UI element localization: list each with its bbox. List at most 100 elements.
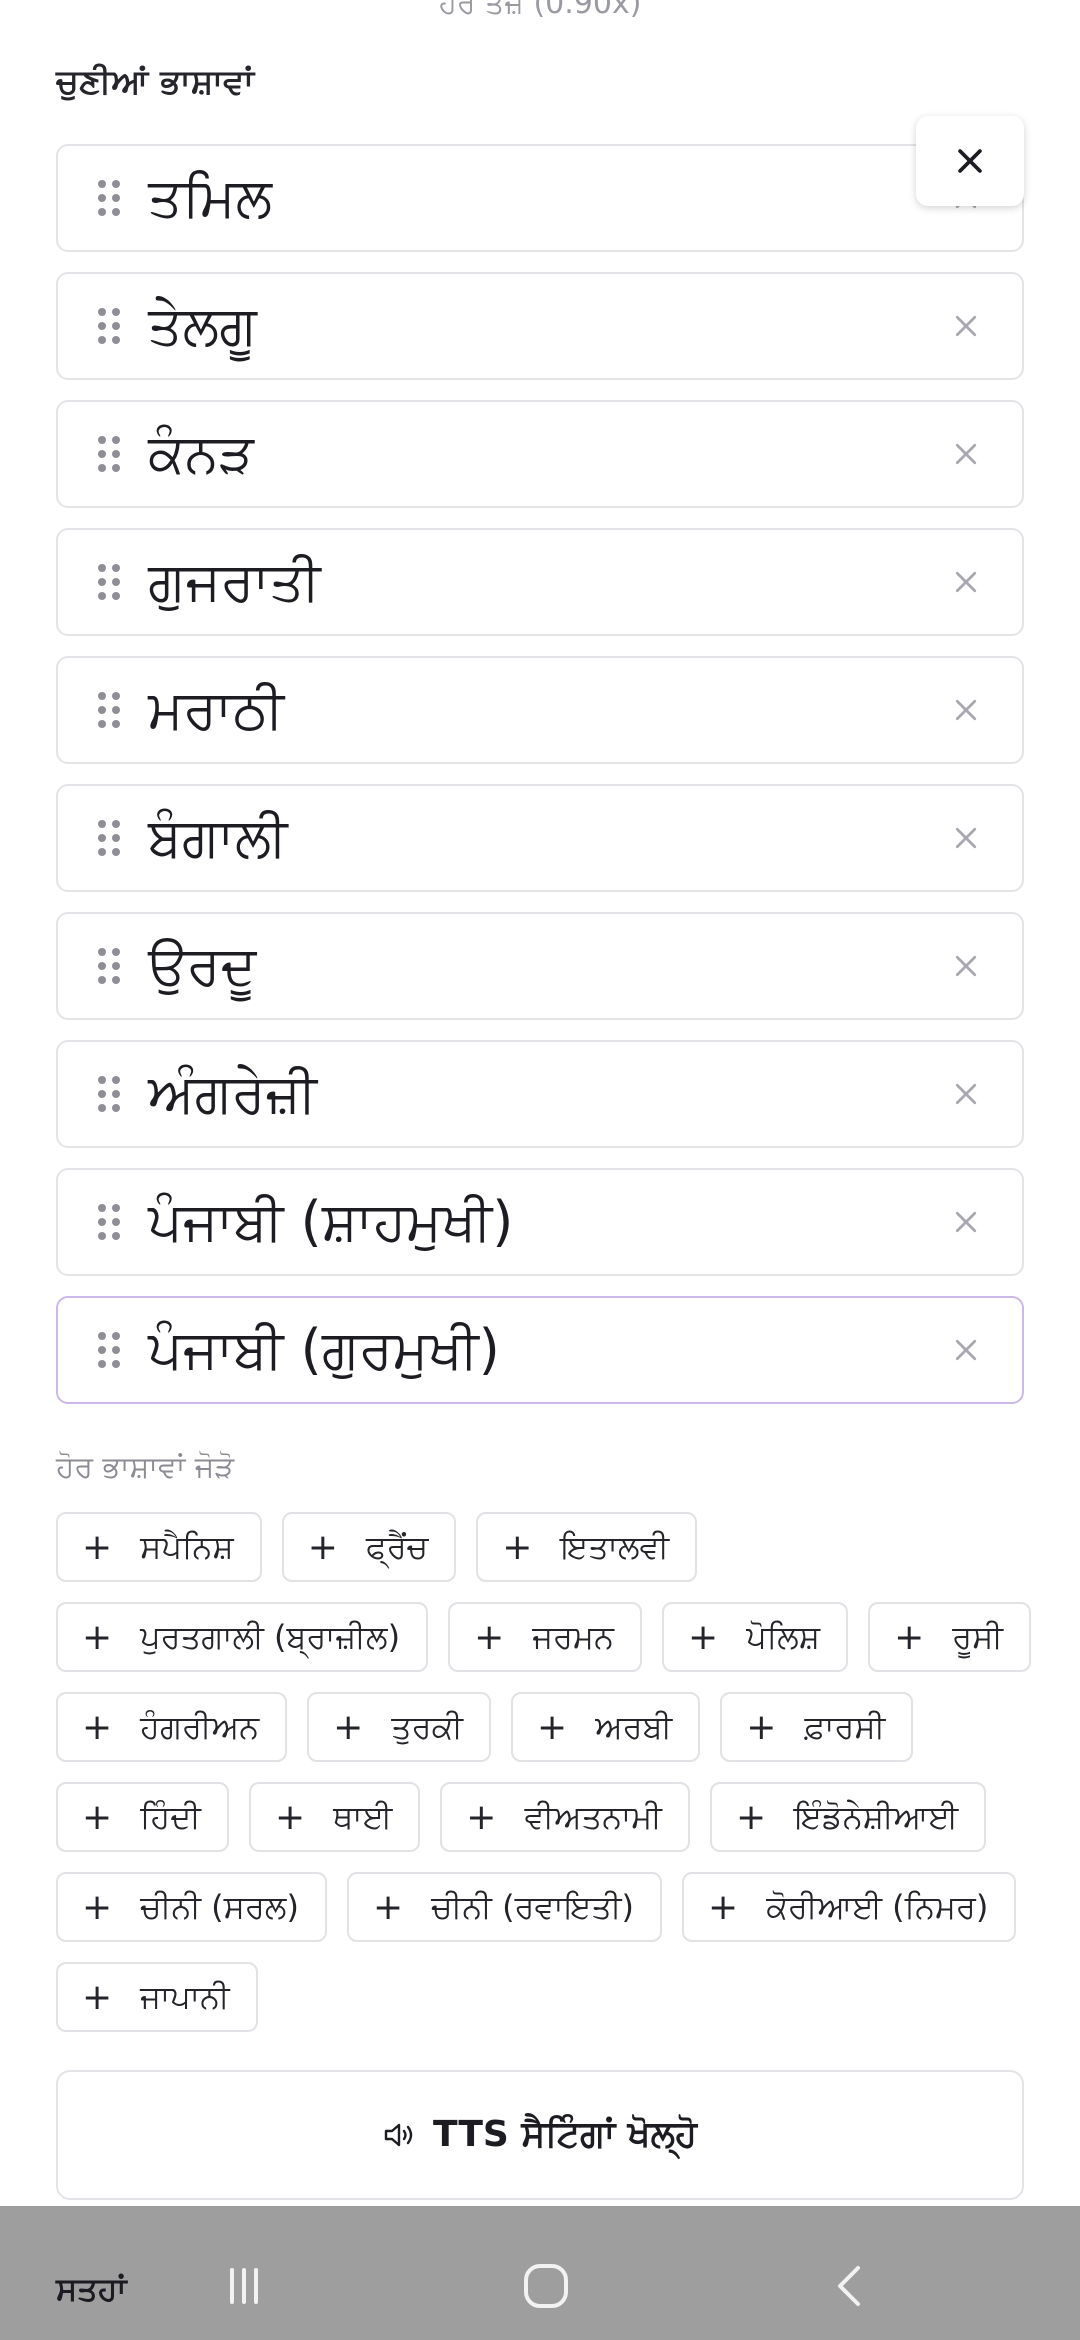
add-language-chip[interactable]: + ਵੀਅਤਨਾਮੀ xyxy=(440,1782,690,1852)
remove-language-button[interactable] xyxy=(946,1330,986,1370)
open-tts-settings-button[interactable]: TTS ਸੈਟਿੰਗਾਂ ਖੋਲ੍ਹੋ xyxy=(56,2070,1024,2200)
add-language-chip[interactable]: + ਹੰਗਰੀਅਨ xyxy=(56,1692,288,1762)
selected-language-row[interactable]: ਪੰਜਾਬੀ (ਗੁਰਮੁਖੀ) xyxy=(56,1296,1024,1404)
selected-language-label: ਪੰਜਾਬੀ (ਸ਼ਾਹਮੁਖੀ) xyxy=(148,1190,514,1253)
remove-language-button[interactable] xyxy=(946,690,986,730)
remove-language-button[interactable] xyxy=(946,946,986,986)
plus-icon: + xyxy=(307,1526,338,1568)
selected-language-label: ਅੰਗਰੇਜ਼ੀ xyxy=(148,1062,317,1125)
back-icon xyxy=(838,2266,860,2306)
drag-handle-icon[interactable] xyxy=(98,180,120,216)
selected-languages-title: ਚੁਣੀਆਂ ਭਾਸ਼ਾਵਾਂ xyxy=(56,62,255,102)
selected-languages-list: ਤਮਿਲ ਤੇਲਗੂ ਕੰਨੜ ਗੁਜਰਾਤੀ ਮਰਾਠੀ ਬੰਗਾਲੀ ਉਰਦੂ ਅੰਗਰੇ… xyxy=(56,144,1024,1424)
add-language-chip[interactable]: + ਥਾਈ xyxy=(248,1782,421,1852)
add-language-label: ਵੀਅਤਨਾਮੀ xyxy=(524,1797,662,1836)
selected-language-row[interactable]: ਕੰਨੜ xyxy=(56,400,1024,508)
partial-top-text: ਹੋਰ ਤੇਜ਼ (0.90x) xyxy=(438,0,642,21)
close-icon xyxy=(955,443,977,465)
add-language-chip[interactable]: + ਫ਼ਾਰਸੀ xyxy=(720,1692,914,1762)
selected-language-row[interactable]: ਬੰਗਾਲੀ xyxy=(56,784,1024,892)
drag-handle-icon[interactable] xyxy=(98,1332,120,1368)
add-language-chip[interactable]: + ਚੀਨੀ (ਰਵਾਇਤੀ) xyxy=(346,1872,663,1942)
add-language-label: ਥਾਈ xyxy=(333,1797,393,1836)
drag-handle-icon[interactable] xyxy=(98,1204,120,1240)
add-languages-title: ਹੋਰ ਭਾਸ਼ਾਵਾਂ ਜੋੜੋ xyxy=(56,1450,235,1485)
speaker-icon xyxy=(384,2123,413,2147)
close-button[interactable] xyxy=(916,116,1024,206)
levels-label[interactable]: ਸਤਹਾਂ xyxy=(56,2270,127,2309)
selected-language-label: ਬੰਗਾਲੀ xyxy=(148,806,288,869)
add-language-chip[interactable]: + ਅਰਬੀ xyxy=(511,1692,701,1762)
add-language-label: ਫ਼ਾਰਸੀ xyxy=(804,1707,886,1746)
add-language-label: ਫ੍ਰੈਂਚ xyxy=(365,1527,429,1566)
selected-language-row[interactable]: ਪੰਜਾਬੀ (ਸ਼ਾਹਮੁਖੀ) xyxy=(56,1168,1024,1276)
add-language-chip[interactable]: + ਇਤਾਲਵੀ xyxy=(476,1512,698,1582)
close-icon xyxy=(955,1211,977,1233)
add-language-chip[interactable]: + ਜਾਪਾਨੀ xyxy=(56,1962,258,2032)
add-language-label: ਜਾਪਾਨੀ xyxy=(140,1977,230,2016)
drag-handle-icon[interactable] xyxy=(98,1076,120,1112)
add-language-label: ਤੁਰਕੀ xyxy=(391,1707,464,1746)
selected-language-label: ਗੁਜਰਾਤੀ xyxy=(148,550,321,613)
selected-language-row[interactable]: ਮਰਾਠੀ xyxy=(56,656,1024,764)
add-language-label: ਪੋਲਿਸ਼ xyxy=(746,1617,821,1656)
selected-language-row[interactable]: ਗੁਜਰਾਤੀ xyxy=(56,528,1024,636)
add-language-chip[interactable]: + ਪੁਰਤਗਾਲੀ (ਬ੍ਰਾਜ਼ੀਲ) xyxy=(56,1602,429,1672)
remove-language-button[interactable] xyxy=(946,1074,986,1114)
selected-language-row[interactable]: ਤੇਲਗੂ xyxy=(56,272,1024,380)
add-language-label: ਅਰਬੀ xyxy=(595,1707,673,1746)
add-language-label: ਇਤਾਲਵੀ xyxy=(560,1527,670,1566)
plus-icon: + xyxy=(333,1706,364,1748)
add-language-chip[interactable]: + ਫ੍ਰੈਂਚ xyxy=(281,1512,457,1582)
drag-handle-icon[interactable] xyxy=(98,436,120,472)
close-icon xyxy=(955,827,977,849)
remove-language-button[interactable] xyxy=(946,562,986,602)
back-button[interactable] xyxy=(810,2246,890,2326)
drag-handle-icon[interactable] xyxy=(98,692,120,728)
add-language-chip[interactable]: + ਇੰਡੋਨੇਸ਼ੀਆਈ xyxy=(709,1782,987,1852)
plus-icon: + xyxy=(82,1976,113,2018)
add-language-chip[interactable]: + ਚੀਨੀ (ਸਰਲ) xyxy=(56,1872,327,1942)
drag-handle-icon[interactable] xyxy=(98,308,120,344)
close-icon xyxy=(955,571,977,593)
plus-icon: + xyxy=(502,1526,533,1568)
remove-language-button[interactable] xyxy=(946,1202,986,1242)
plus-icon: + xyxy=(894,1616,925,1658)
add-language-label: ਕੋਰੀਆਈ (ਨਿਮਰ) xyxy=(766,1887,989,1926)
home-button[interactable] xyxy=(506,2246,586,2326)
close-icon xyxy=(955,955,977,977)
remove-language-button[interactable] xyxy=(946,818,986,858)
drag-handle-icon[interactable] xyxy=(98,564,120,600)
add-language-chip[interactable]: + ਕੋਰੀਆਈ (ਨਿਮਰ) xyxy=(682,1872,1017,1942)
drag-handle-icon[interactable] xyxy=(98,948,120,984)
drag-handle-icon[interactable] xyxy=(98,820,120,856)
plus-icon: + xyxy=(372,1886,404,1928)
plus-icon: + xyxy=(82,1796,113,1838)
add-language-label: ਰੂਸੀ xyxy=(952,1617,1004,1656)
add-language-chip[interactable]: + ਪੋਲਿਸ਼ xyxy=(662,1602,849,1672)
recent-apps-button[interactable] xyxy=(204,2246,284,2326)
remove-language-button[interactable] xyxy=(946,306,986,346)
selected-language-row[interactable]: ਅੰਗਰੇਜ਼ੀ xyxy=(56,1040,1024,1148)
add-language-chip[interactable]: + ਤੁਰਕੀ xyxy=(307,1692,492,1762)
add-language-chip[interactable]: + ਜਰਮਨ xyxy=(448,1602,643,1672)
add-language-chip[interactable]: + ਹਿੰਦੀ xyxy=(56,1782,229,1852)
recent-apps-icon xyxy=(230,2268,258,2304)
available-languages: + ਸਪੈਨਿਸ਼ + ਫ੍ਰੈਂਚ + ਇਤਾਲਵੀ + ਪੁਰਤਗਾਲੀ (ਬ੍ਰਾਜ਼ੀ… xyxy=(56,1512,1036,2032)
plus-icon: + xyxy=(82,1526,113,1568)
remove-language-button[interactable] xyxy=(946,434,986,474)
close-icon xyxy=(955,1339,977,1361)
selected-language-label: ਤਮਿਲ xyxy=(148,166,272,229)
add-language-chip[interactable]: + ਰੂਸੀ xyxy=(868,1602,1032,1672)
plus-icon: + xyxy=(82,1886,113,1928)
plus-icon: + xyxy=(466,1796,497,1838)
add-language-label: ਹਿੰਦੀ xyxy=(140,1797,201,1836)
close-icon xyxy=(955,699,977,721)
home-icon xyxy=(524,2264,568,2308)
add-language-chip[interactable]: + ਸਪੈਨਿਸ਼ xyxy=(56,1512,262,1582)
selected-language-label: ਉਰਦੂ xyxy=(148,934,257,997)
add-language-label: ਚੀਨੀ (ਸਰਲ) xyxy=(140,1887,299,1926)
plus-icon: + xyxy=(274,1796,306,1838)
selected-language-row[interactable]: ਤਮਿਲ xyxy=(56,144,1024,252)
selected-language-row[interactable]: ਉਰਦੂ xyxy=(56,912,1024,1020)
